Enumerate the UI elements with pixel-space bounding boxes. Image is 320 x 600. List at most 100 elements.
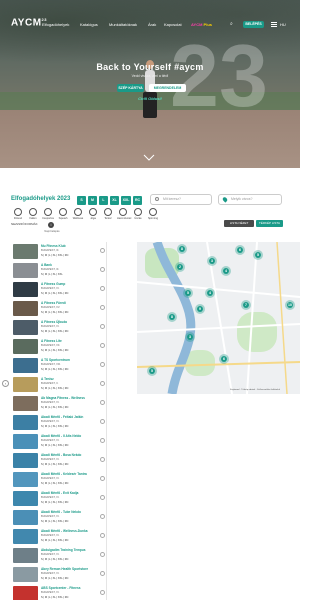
venue-list[interactable]: Mu Fitness Klub BUDAPEST, III. S | M | L |… [12, 242, 107, 600]
favorite-icon[interactable] [100, 248, 105, 253]
venue-name[interactable]: Abadi Ménfő - Feltaló Jatkin [41, 415, 83, 419]
list-item[interactable]: A Fitness Füredi BUDAPEST, XV. S | M | L |… [12, 299, 106, 318]
favorite-icon[interactable] [100, 457, 105, 462]
map[interactable]: 8 3 6 5 4 2 5 4 8 9 7 3 5 6 10 [137, 242, 300, 394]
venue-name[interactable]: A Fitness Füredi [41, 301, 66, 305]
favorite-icon[interactable] [100, 343, 105, 348]
map-cluster-marker[interactable]: 5 [147, 366, 157, 376]
map-cluster-marker[interactable]: 2 [175, 262, 185, 272]
hero-secondary-button[interactable]: MEGRENDELEM [149, 84, 186, 92]
favorite-icon[interactable] [100, 571, 105, 576]
map-cluster-marker[interactable]: 10 [285, 300, 295, 310]
favorite-icon[interactable] [100, 305, 105, 310]
tier-filter-rc[interactable]: RC [133, 196, 142, 205]
city-input[interactable]: Melyik város? [218, 194, 282, 205]
list-item[interactable]: Abdulgadim Training Tempus BUDAPEST, XI. S… [12, 546, 106, 565]
activity-spinning[interactable]: Spinning [147, 208, 159, 220]
nav-link-kapcsolat[interactable]: Kapcsolat [164, 22, 182, 27]
map-cluster-marker[interactable]: 4 [205, 288, 215, 298]
chevron-down-icon[interactable] [143, 154, 155, 162]
map-cluster-marker[interactable]: 3 [185, 332, 195, 342]
nav-link-elfogadohelyek[interactable]: Elfogadóhelyek [42, 22, 69, 27]
tier-filter-l[interactable]: L [99, 196, 108, 205]
list-item[interactable]: A Fitness Gump BUDAPEST, XI. S | M | L | X… [12, 280, 106, 299]
venue-name[interactable]: A Fitness Gump [41, 282, 65, 286]
venue-name[interactable]: ABS Sportcenter - Fitness [41, 586, 81, 590]
info-icon[interactable]: i [48, 222, 54, 228]
list-item[interactable]: A TS Sportcentrum BUDAPEST, XIII. S | M | … [12, 356, 106, 375]
favorite-icon[interactable] [100, 552, 105, 557]
map-cluster-marker[interactable]: 6 [219, 354, 229, 364]
list-item[interactable]: Abey Remon Health Sportstore BUDAPEST, XI… [12, 565, 106, 584]
list-item[interactable]: Abadi Ménfő - II Alts Neldo BUDAPEST, XI.… [12, 432, 106, 451]
venue-name[interactable]: Mu Fitness Klub [41, 244, 66, 248]
list-item[interactable]: A Fitness Újbuda BUDAPEST, XI. S | M | L |… [12, 318, 106, 337]
tier-filter-xl[interactable]: XL [110, 196, 119, 205]
activity-joga[interactable]: Jóga [87, 208, 99, 220]
list-item[interactable]: ABS Sportcenter - Fitness BUDAPEST, XI. S … [12, 584, 106, 600]
map-cluster-marker[interactable]: 9 [195, 304, 205, 314]
map-cluster-marker[interactable]: 6 [235, 245, 245, 255]
venue-name[interactable]: Abadi Ménfő - Wellness-Dunka [41, 529, 88, 533]
venue-name[interactable]: A TS Sportcentrum [41, 358, 70, 362]
venue-name[interactable]: Abey Remon Health Sportstore [41, 567, 88, 571]
map-cluster-marker[interactable]: 8 [177, 244, 187, 254]
favorite-icon[interactable] [100, 590, 105, 595]
list-view-button[interactable]: LISTA NÉZET [224, 220, 254, 227]
favorite-icon[interactable] [100, 419, 105, 424]
list-item[interactable]: A Bank BUDAPEST, III. S | M | L | XL | XXL [12, 261, 106, 280]
list-item[interactable]: Abadi Ménfő - Feltaló Jatkin BUDAPEST, XI… [12, 413, 106, 432]
list-item[interactable]: Abadi Ménfő - Wellness-Dunka BUDAPEST, XI… [12, 527, 106, 546]
list-item[interactable]: A Fitness Lite BUDAPEST, XII. S | M | L | … [12, 337, 106, 356]
activity-wellness[interactable]: Wellness [72, 208, 84, 220]
venue-name[interactable]: A Fitness Lite [41, 339, 62, 343]
list-item[interactable]: Abadi Ménfő - Tube Nekdo BUDAPEST, XI. S |… [12, 508, 106, 527]
scroll-left-button[interactable]: ‹ [2, 380, 9, 387]
list-item[interactable]: Abadi Ménfő - Keldesér Tantra BUDAPEST, X… [12, 470, 106, 489]
list-item[interactable]: Abadi Ménfő - Bosa Nekdo BUDAPEST, XI. S |… [12, 451, 106, 470]
favorite-icon[interactable] [100, 495, 105, 500]
map-view-button[interactable]: TÉRKÉP LISTA [256, 220, 283, 227]
tier-filter-m[interactable]: M [88, 196, 97, 205]
map-cluster-marker[interactable]: 5 [253, 250, 263, 260]
map-cluster-marker[interactable]: 4 [221, 266, 231, 276]
venue-name[interactable]: A Tenisz [41, 377, 54, 381]
favorite-icon[interactable] [100, 381, 105, 386]
tier-filter-s[interactable]: S [77, 196, 86, 205]
search-icon[interactable]: ⌕ [230, 21, 233, 27]
language-selector[interactable]: HU [280, 22, 286, 27]
venue-name[interactable]: Abadi Ménfő - Bosa Nekdo [41, 453, 81, 457]
favorite-icon[interactable] [100, 438, 105, 443]
favorite-icon[interactable] [100, 362, 105, 367]
map-cluster-marker[interactable]: 7 [241, 300, 251, 310]
activity-fallen[interactable]: Fallen [27, 208, 39, 220]
venue-name[interactable]: A Bank [41, 263, 52, 267]
activity-squash[interactable]: Squash [57, 208, 69, 220]
list-item[interactable]: Mu Fitness Klub BUDAPEST, III. S | M | L |… [12, 242, 106, 261]
activity-harcmuvesz[interactable]: Harcművész. [117, 208, 132, 220]
map-cluster-marker[interactable]: 3 [207, 256, 217, 266]
venue-name[interactable]: Abadi Ménfő - Tube Nekdo [41, 510, 81, 514]
tier-filter-xxl[interactable]: XXL [121, 196, 131, 205]
favorite-icon[interactable] [100, 533, 105, 538]
activity-fitnesz[interactable]: Fitnesz [12, 208, 24, 220]
login-button[interactable]: BELÉPÉS [243, 21, 264, 28]
nav-link-munkaltatoknak[interactable]: Munkáltatóknak [109, 22, 137, 27]
map-cluster-marker[interactable]: 8 [167, 312, 177, 322]
list-item[interactable]: Ab Magna Fitness - Wellness BUDAPEST, XI.… [12, 394, 106, 413]
venue-name[interactable]: Abadi Ménfő - Keldesér Tantra [41, 472, 87, 476]
activity-tenisz[interactable]: Tenisz [102, 208, 114, 220]
hero-link[interactable]: Cirill Oblusi! [0, 96, 300, 101]
venue-name[interactable]: Ab Magna Fitness - Wellness [41, 396, 85, 400]
favorite-icon[interactable] [100, 286, 105, 291]
favorite-icon[interactable] [100, 514, 105, 519]
list-item[interactable]: A Tenisz BUDAPEST, II. S | M | L | XL | XX… [12, 375, 106, 394]
menu-icon[interactable] [271, 22, 277, 27]
nav-link-katalogus[interactable]: Katalógus [80, 22, 98, 27]
venue-name[interactable]: Abadi Ménfő - II Alts Neldo [41, 434, 81, 438]
activity-csoportos[interactable]: Csoportos [42, 208, 54, 220]
venue-name[interactable]: A Fitness Újbuda [41, 320, 67, 324]
activity-uszas[interactable]: Úszás [132, 208, 144, 220]
venue-name[interactable]: Abadi Ménfő - Exit Kadja [41, 491, 78, 495]
favorite-icon[interactable] [100, 267, 105, 272]
